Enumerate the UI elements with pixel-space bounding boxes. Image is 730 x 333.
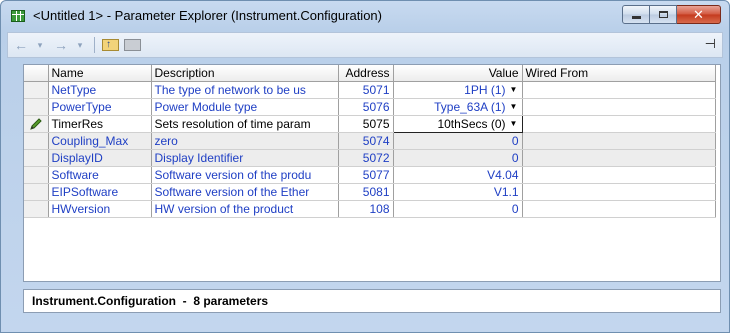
- parameter-grid: Name Description Address Value Wired Fro…: [23, 64, 721, 282]
- maximize-icon: [658, 11, 668, 18]
- pencil-edit-icon: [29, 118, 42, 130]
- toolbar: ← ▾ → ▾ ↑ ⊣: [7, 32, 723, 58]
- parameter-address: 5076: [338, 98, 394, 116]
- forward-arrow-icon: →: [54, 37, 68, 53]
- row-indicator: [24, 115, 49, 133]
- dropdown-arrow-icon[interactable]: ▼: [509, 99, 519, 115]
- parameter-explorer-window: <Untitled 1> - Parameter Explorer (Instr…: [0, 0, 730, 333]
- dropdown-arrow-icon[interactable]: ▼: [509, 82, 519, 98]
- row-indicator: [24, 132, 49, 150]
- minimize-icon: [631, 16, 641, 19]
- parameter-description: Display Identifier: [151, 149, 339, 167]
- parameter-description: Power Module type: [151, 98, 339, 116]
- parameter-address: 5074: [338, 132, 394, 150]
- grid-app-icon: [11, 10, 25, 22]
- column-header-wired-from[interactable]: Wired From: [522, 65, 716, 82]
- caption-buttons: ✕: [622, 5, 721, 25]
- parameter-description: Software version of the produ: [151, 166, 339, 184]
- parameter-name[interactable]: NetType: [48, 81, 152, 99]
- minimize-button[interactable]: [622, 5, 650, 24]
- table-row[interactable]: HWversion HW version of the product 108 …: [24, 200, 716, 218]
- forward-button[interactable]: →: [52, 36, 70, 54]
- row-indicator: [24, 166, 49, 184]
- parameter-wired-from[interactable]: [522, 183, 716, 201]
- pin-icon[interactable]: ⊣: [705, 36, 716, 52]
- maximize-button[interactable]: [650, 5, 677, 24]
- parameter-address: 5077: [338, 166, 394, 184]
- parameter-value-select[interactable]: 1PH (1) ▼: [393, 81, 523, 99]
- parameter-name[interactable]: HWversion: [48, 200, 152, 218]
- parameter-description: Sets resolution of time param: [151, 115, 339, 133]
- parameter-value: Type_63A (1): [434, 100, 506, 114]
- chevron-down-icon: ▾: [37, 39, 43, 50]
- parameter-name[interactable]: Software: [48, 166, 152, 184]
- table-row[interactable]: NetType The type of network to be us 507…: [24, 81, 716, 99]
- table-row[interactable]: TimerRes Sets resolution of time param 5…: [24, 115, 716, 133]
- chevron-down-icon: ▾: [77, 39, 83, 50]
- parameter-value: 1PH (1): [464, 83, 506, 97]
- toolbar-separator: [94, 37, 95, 53]
- close-icon: ✕: [693, 6, 704, 22]
- parameter-address: 5072: [338, 149, 394, 167]
- table-row[interactable]: EIPSoftware Software version of the Ethe…: [24, 183, 716, 201]
- row-indicator: [24, 98, 49, 116]
- row-indicator: [24, 200, 49, 218]
- table-row[interactable]: Software Software version of the produ 5…: [24, 166, 716, 184]
- row-indicator: [24, 81, 49, 99]
- parameter-value: 10thSecs (0): [437, 117, 506, 131]
- back-arrow-icon: ←: [14, 37, 28, 53]
- parameter-wired-from[interactable]: [522, 149, 716, 167]
- parameter-value-select[interactable]: 10thSecs (0) ▼: [392, 115, 523, 133]
- forward-history-dropdown[interactable]: ▾: [74, 36, 86, 54]
- parameter-description: Software version of the Ether: [151, 183, 339, 201]
- parameter-value[interactable]: 0: [393, 132, 523, 150]
- parameter-name[interactable]: TimerRes: [48, 115, 152, 133]
- column-header-value[interactable]: Value: [393, 65, 523, 82]
- row-indicator: [24, 149, 49, 167]
- row-indicator-header: [24, 65, 49, 82]
- table-row[interactable]: DisplayID Display Identifier 5072 0: [24, 149, 716, 167]
- parameter-name[interactable]: DisplayID: [48, 149, 152, 167]
- close-button[interactable]: ✕: [677, 5, 721, 24]
- folder-icon[interactable]: [124, 39, 141, 51]
- parameter-description: zero: [151, 132, 339, 150]
- parameter-table: Name Description Address Value Wired Fro…: [24, 65, 716, 218]
- parameter-wired-from[interactable]: [522, 166, 716, 184]
- row-indicator: [24, 183, 49, 201]
- parameter-value[interactable]: V1.1: [393, 183, 523, 201]
- parameter-address: 5081: [338, 183, 394, 201]
- parameter-address: 5071: [338, 81, 394, 99]
- dropdown-arrow-icon[interactable]: ▼: [509, 117, 519, 132]
- status-bar: Instrument.Configuration - 8 parameters: [23, 289, 721, 313]
- parameter-wired-from[interactable]: [522, 98, 716, 116]
- parameter-wired-from[interactable]: [522, 115, 716, 133]
- parameter-name[interactable]: PowerType: [48, 98, 152, 116]
- column-header-name[interactable]: Name: [48, 65, 152, 82]
- back-history-dropdown[interactable]: ▾: [34, 36, 46, 54]
- parameter-wired-from[interactable]: [522, 200, 716, 218]
- title-bar[interactable]: <Untitled 1> - Parameter Explorer (Instr…: [1, 1, 729, 31]
- parameter-address: 108: [338, 200, 394, 218]
- parameter-description: HW version of the product: [151, 200, 339, 218]
- parameter-address: 5075: [338, 115, 394, 133]
- parameter-wired-from[interactable]: [522, 132, 716, 150]
- column-header-description[interactable]: Description: [151, 65, 339, 82]
- parameter-value-select[interactable]: Type_63A (1) ▼: [393, 98, 523, 116]
- parameter-wired-from[interactable]: [522, 81, 716, 99]
- window-title: <Untitled 1> - Parameter Explorer (Instr…: [33, 8, 382, 23]
- parameter-description: The type of network to be us: [151, 81, 339, 99]
- parameter-name[interactable]: Coupling_Max: [48, 132, 152, 150]
- column-header-address[interactable]: Address: [338, 65, 394, 82]
- parameter-value[interactable]: 0: [393, 200, 523, 218]
- table-row[interactable]: Coupling_Max zero 5074 0: [24, 132, 716, 150]
- parameter-value[interactable]: V4.04: [393, 166, 523, 184]
- parameter-value[interactable]: 0: [393, 149, 523, 167]
- parameter-name[interactable]: EIPSoftware: [48, 183, 152, 201]
- parent-folder-icon[interactable]: ↑: [102, 39, 119, 51]
- back-button[interactable]: ←: [12, 36, 30, 54]
- table-row[interactable]: PowerType Power Module type 5076 Type_63…: [24, 98, 716, 116]
